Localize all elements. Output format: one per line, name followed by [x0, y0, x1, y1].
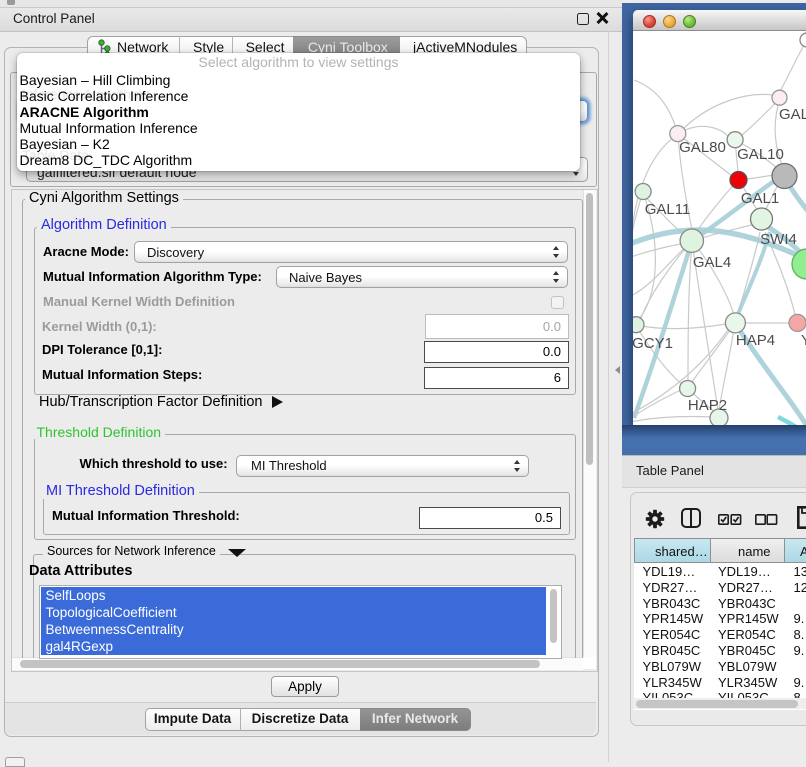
svg-text:GAL80: GAL80 — [679, 139, 726, 156]
svg-text:HAP4: HAP4 — [736, 332, 775, 349]
svg-text:GAL1: GAL1 — [741, 190, 779, 207]
svg-text:GAL4: GAL4 — [693, 254, 731, 271]
svg-text:GCY1: GCY1 — [633, 335, 673, 352]
svg-text:GAL11: GAL11 — [645, 201, 691, 218]
svg-text:HAP2: HAP2 — [688, 397, 727, 414]
svg-text:GAL10: GAL10 — [737, 146, 784, 163]
svg-text:GAL2: GAL2 — [779, 106, 806, 123]
svg-text:YER: YER — [801, 332, 806, 349]
svg-text:SWI4: SWI4 — [760, 231, 797, 248]
